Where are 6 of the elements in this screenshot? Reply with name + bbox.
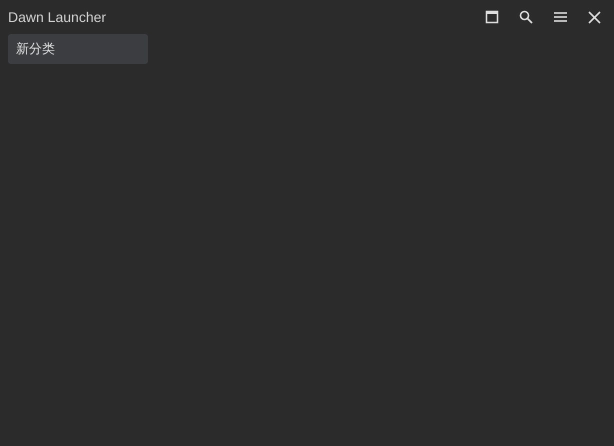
search-icon — [519, 10, 533, 24]
close-icon — [588, 10, 600, 24]
category-tab[interactable]: 新分类 — [8, 34, 148, 64]
window-icon — [485, 10, 499, 24]
window-title: Dawn Launcher — [8, 9, 106, 25]
menu-icon — [552, 10, 568, 24]
